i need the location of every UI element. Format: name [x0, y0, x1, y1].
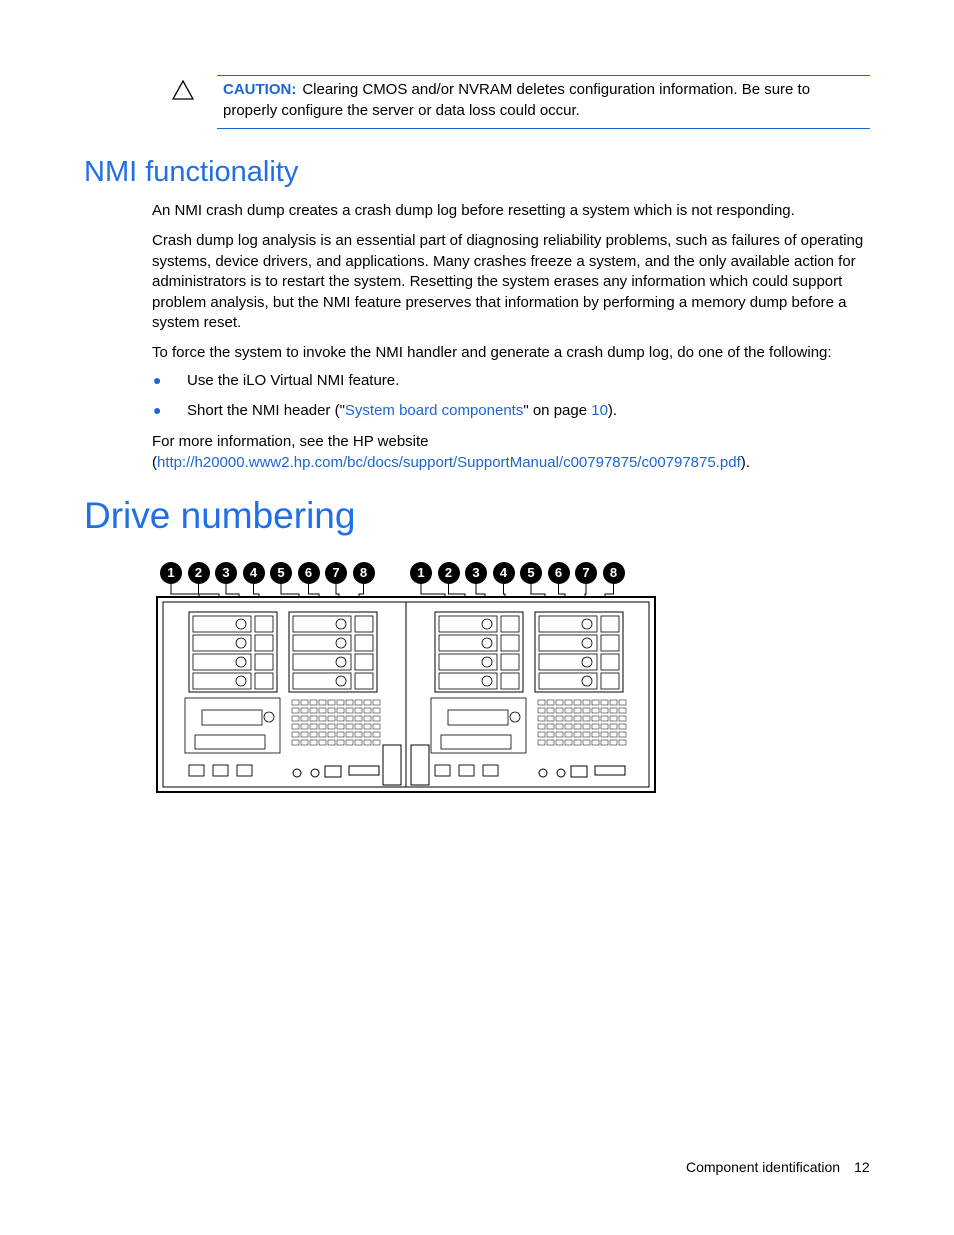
caution-message: Clearing CMOS and/or NVRAM deletes confi…: [223, 81, 811, 119]
paragraph-force-nmi: To force the system to invoke the NMI ha…: [152, 344, 832, 361]
more-info-text: For more information, see the HP website: [152, 433, 429, 450]
drive-numbering-diagram: 1234567812345678: [155, 560, 660, 800]
link-page-10[interactable]: 10: [591, 402, 608, 419]
bullet-item-nmi-header: Short the NMI header ("System board comp…: [187, 402, 617, 419]
server-front-illustration: [156, 584, 656, 793]
link-system-board-components[interactable]: System board components: [345, 402, 523, 419]
footer-section-title: Component identification: [686, 1159, 841, 1175]
paragraph-crash-dump-analysis: Crash dump log analysis is an essential …: [152, 232, 864, 332]
caution-text: CAUTION: Clearing CMOS and/or NVRAM delet…: [223, 79, 863, 121]
bullet-icon: ●: [153, 372, 162, 388]
bullet-item-ilo: Use the iLO Virtual NMI feature.: [187, 372, 400, 389]
paren-close: ).: [740, 453, 750, 471]
page-footer: Component identification 12: [686, 1159, 870, 1175]
link-hp-website[interactable]: http://h20000.www2.hp.com/bc/docs/suppor…: [157, 454, 741, 471]
bullet-text-suffix: ).: [607, 402, 618, 419]
bullet-text-prefix: Short the NMI header (": [187, 402, 345, 419]
page-number: 12: [854, 1159, 870, 1175]
section-heading-drive-numbering: Drive numbering: [84, 495, 356, 536]
section-heading-nmi: NMI functionality: [84, 156, 299, 188]
caution-label: CAUTION:: [223, 81, 297, 98]
bullet-icon: ●: [153, 402, 162, 418]
paragraph-nmi-intro: An NMI crash dump creates a crash dump l…: [152, 202, 795, 219]
paragraph-more-info: For more information, see the HP website…: [152, 432, 874, 473]
warning-triangle-icon: [172, 80, 194, 100]
bullet-text-middle: " on page: [523, 402, 592, 419]
